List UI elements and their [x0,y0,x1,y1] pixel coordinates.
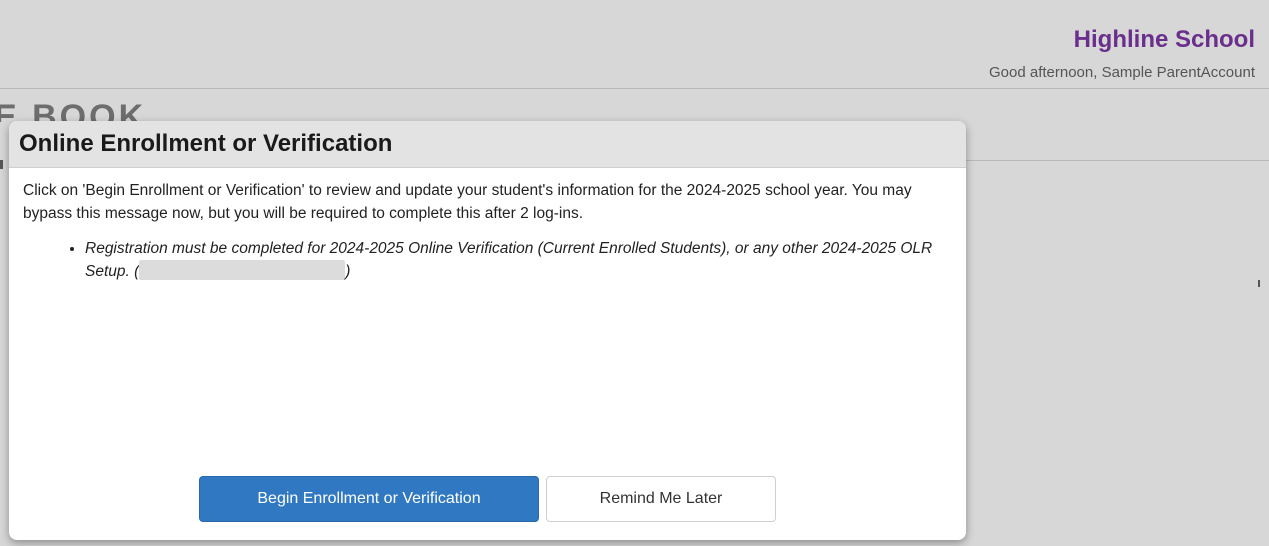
begin-enrollment-button[interactable]: Begin Enrollment or Verification [199,476,539,522]
notice-close-paren: ) [345,263,351,280]
enrollment-modal: Online Enrollment or Verification Click … [9,121,966,540]
background-fragment [0,160,3,169]
header-divider [0,88,1269,89]
list-item: Registration must be completed for 2024-… [85,237,946,283]
notice-list: Registration must be completed for 2024-… [23,237,946,283]
background-page-title: E BOOK [0,98,147,122]
school-name: Highline School [1073,26,1255,53]
remind-me-later-button[interactable]: Remind Me Later [546,476,776,522]
modal-title: Online Enrollment or Verification [19,130,393,157]
redacted-link [139,260,346,280]
subheader-divider [966,160,1269,161]
modal-button-row: Begin Enrollment or Verification Remind … [9,476,966,522]
modal-header: Online Enrollment or Verification [9,121,966,168]
background-fragment [1258,280,1260,287]
modal-body: Click on 'Begin Enrollment or Verificati… [9,168,966,283]
modal-intro-text: Click on 'Begin Enrollment or Verificati… [23,182,912,222]
user-greeting: Good afternoon, Sample ParentAccount [988,64,1255,81]
